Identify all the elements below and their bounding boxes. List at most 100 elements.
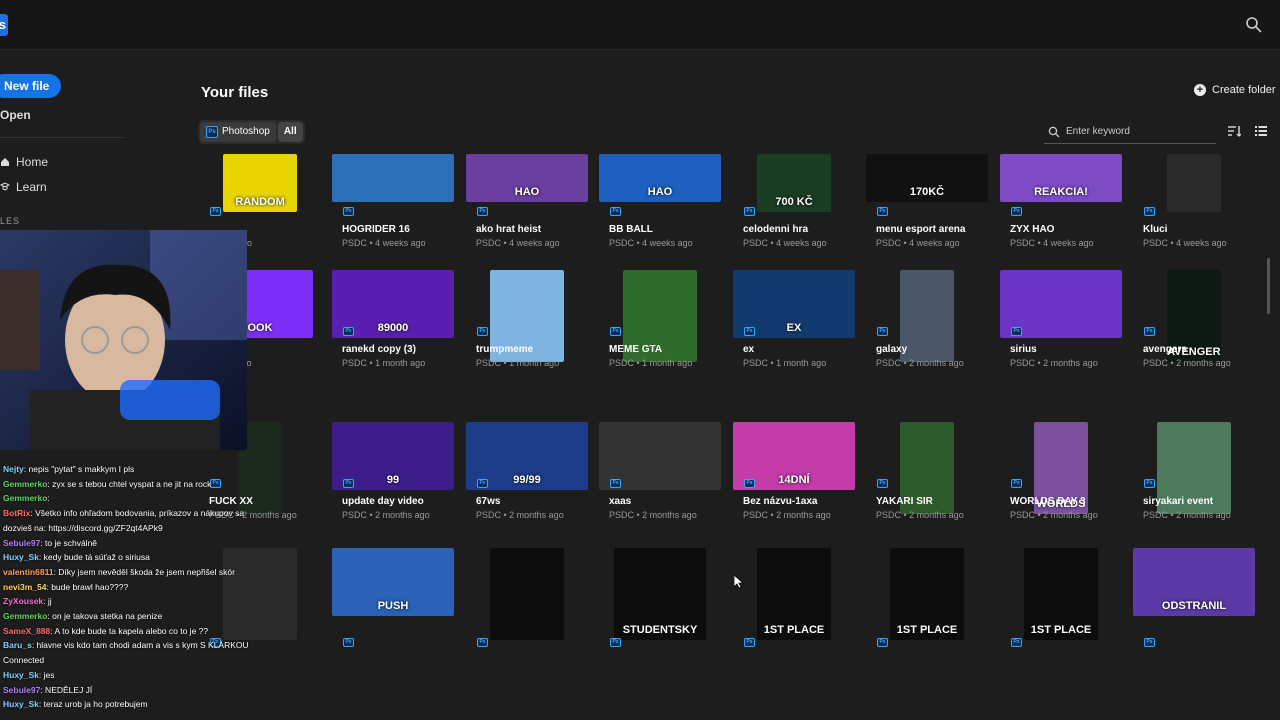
file-meta: PSDC • 4 weeks ago: [743, 238, 827, 248]
file-name: siryakari event: [1143, 496, 1214, 507]
photoshop-icon: Ps: [1011, 638, 1022, 647]
file-meta: PSDC • 1 month ago: [609, 358, 693, 368]
photoshop-icon: Ps: [343, 207, 354, 216]
filter-all[interactable]: All: [277, 122, 303, 142]
file-card[interactable]: Ps YAKARI SIR PSDC • 2 months ago: [866, 422, 988, 562]
file-card[interactable]: ODSTRANIL Ps: [1133, 548, 1255, 712]
sort-icon[interactable]: [1227, 125, 1241, 137]
file-card[interactable]: HAO Ps BB BALL PSDC • 4 weeks ago: [599, 150, 721, 290]
file-meta: PSDC • 4 weeks ago: [1010, 238, 1094, 248]
file-card[interactable]: REAKCIA! Ps ZYX HAO PSDC • 4 weeks ago: [1000, 150, 1122, 290]
chat-message: Sebule97: NEDĚLEJ JÍ: [3, 685, 92, 695]
sidebar-item-label: Learn: [16, 180, 47, 194]
photoshop-icon: Ps: [477, 207, 488, 216]
file-card[interactable]: EX Ps ex PSDC • 1 month ago: [733, 270, 855, 410]
chat-overlay: Nejty: nepis "pytat" s makkym I pls Gemme…: [0, 464, 280, 720]
file-name: BB BALL: [609, 224, 653, 235]
chat-message: Gemmerko: zyx se s tebou chtel vyspat a …: [3, 479, 211, 489]
file-thumbnail-area: HAO: [466, 150, 588, 234]
thumbnail-text: RANDOM: [235, 196, 285, 208]
file-card[interactable]: WORLDS Ps WORLDS DAY 3 PSDC • 2 months ago: [1000, 422, 1122, 562]
thumbnail-text: 700 KČ: [775, 196, 813, 208]
file-thumbnail: 170KČ: [866, 154, 988, 202]
new-file-button[interactable]: New file: [0, 74, 62, 98]
chat-username: Sebule97: [3, 537, 41, 548]
photoshop-icon: Ps: [744, 479, 755, 488]
file-card[interactable]: Ps MEME GTA PSDC • 1 month ago: [599, 270, 721, 410]
scrollbar[interactable]: [1267, 258, 1270, 314]
file-card[interactable]: STUDENTSKY Ps: [599, 548, 721, 712]
file-thumbnail-area: [1133, 150, 1255, 234]
file-card[interactable]: Ps trumpmeme PSDC • 1 month ago: [466, 270, 588, 410]
file-card[interactable]: 14DNÍ Ps Bez názvu-1axa PSDC • 2 months ago: [733, 422, 855, 562]
file-meta: PSDC • 1 month ago: [476, 358, 560, 368]
file-card[interactable]: 89000 Ps ranekd copy (3) PSDC • 1 month ago: [332, 270, 454, 410]
file-card[interactable]: Ps sirius PSDC • 2 months ago: [1000, 270, 1122, 410]
file-thumbnail: [1167, 154, 1221, 212]
thumbnail-text: 1ST PLACE: [896, 624, 958, 636]
file-card[interactable]: 170KČ Ps menu esport arena PSDC • 4 weeks a…: [866, 150, 988, 290]
file-card[interactable]: AVENGERSPs avengers PSDC • 2 months ago: [1133, 270, 1255, 410]
chat-message: valentin6811: Díky jsem nevěděl škoda že…: [3, 567, 235, 577]
file-card[interactable]: 1ST PLACE Ps: [866, 548, 988, 712]
file-name: update day video: [342, 496, 424, 507]
chat-username: ZyXousek: [3, 596, 44, 607]
filter-photoshop[interactable]: Ps Photoshop: [200, 122, 276, 142]
file-card[interactable]: Ps HOGRIDER 16 PSDC • 4 weeks ago: [332, 150, 454, 290]
chat-message: Gemmerko: on je takova stetka na penize: [3, 611, 162, 621]
file-card[interactable]: PUSH Ps: [332, 548, 454, 712]
photoshop-icon: Ps: [210, 207, 221, 216]
file-name: galaxy: [876, 344, 908, 355]
thumbnail-text: 1ST PLACE: [1030, 624, 1092, 636]
file-name: WORLDS DAY 3: [1010, 496, 1086, 507]
learn-icon: [0, 182, 10, 191]
chat-message: Gemmerko:: [3, 493, 50, 503]
search-placeholder: Enter keyword: [1066, 126, 1130, 137]
photoshop-icon: Ps: [206, 126, 218, 138]
file-card[interactable]: 99/99 Ps 67ws PSDC • 2 months ago: [466, 422, 588, 562]
file-thumbnail: STUDENTSKY: [614, 548, 706, 640]
file-card[interactable]: Ps siryakari event PSDC • 2 months ago: [1133, 422, 1255, 562]
file-thumbnail-area: [332, 150, 454, 234]
list-view-icon[interactable]: [1255, 125, 1267, 137]
photoshop-icon: Ps: [477, 327, 488, 336]
file-name: 67ws: [476, 496, 501, 507]
file-card[interactable]: Ps galaxy PSDC • 2 months ago: [866, 270, 988, 410]
file-thumbnail-area: [599, 422, 721, 506]
thumbnail-text: ODSTRANIL: [1161, 600, 1227, 612]
photoshop-icon: Ps: [877, 479, 888, 488]
file-thumbnail-area: 99/99: [466, 422, 588, 506]
sidebar-item-learn[interactable]: Learn: [0, 180, 47, 194]
file-thumbnail: [332, 154, 454, 202]
chat-message: Connected: [3, 655, 44, 665]
file-card[interactable]: 1ST PLACE Ps: [733, 548, 855, 712]
photoshop-icon: Ps: [1144, 638, 1155, 647]
file-thumbnail-area: [866, 270, 988, 362]
file-card[interactable]: HAO Ps ako hrat heist PSDC • 4 weeks ago: [466, 150, 588, 290]
file-card[interactable]: Ps: [466, 548, 588, 712]
file-card[interactable]: 700 KČ Ps celodenni hra PSDC • 4 weeks ago: [733, 150, 855, 290]
photoshop-icon: Ps: [1011, 207, 1022, 216]
app-logo[interactable]: s: [0, 14, 8, 36]
file-meta: PSDC • 2 months ago: [1010, 510, 1098, 520]
file-card[interactable]: Ps xaas PSDC • 2 months ago: [599, 422, 721, 562]
chat-message: Sebule97: to je schválně: [3, 538, 97, 548]
filter-bar: Ps Photoshop All: [198, 120, 305, 144]
search-icon[interactable]: [1245, 16, 1263, 34]
file-thumbnail-area: [1133, 422, 1255, 514]
file-card[interactable]: Ps Kluci PSDC • 4 weeks ago: [1133, 150, 1255, 290]
streamer-image: [0, 230, 247, 450]
file-name: menu esport arena: [876, 224, 966, 235]
file-thumbnail: [490, 548, 564, 640]
file-thumbnail-area: AVENGERS: [1133, 270, 1255, 362]
search-input[interactable]: Enter keyword: [1044, 120, 1216, 144]
file-card[interactable]: 99 Ps update day video PSDC • 2 months ago: [332, 422, 454, 562]
file-card[interactable]: 1ST PLACE Ps: [1000, 548, 1122, 712]
chat-message: ZyXousek: jj: [3, 596, 52, 606]
file-meta: PSDC • 2 months ago: [876, 510, 964, 520]
create-folder-button[interactable]: + Create folder: [1194, 84, 1276, 96]
chat-username: Sebule97: [3, 684, 41, 695]
sidebar-item-home[interactable]: Home: [0, 155, 48, 169]
file-meta: PSDC • 2 months ago: [1143, 510, 1231, 520]
open-button[interactable]: Open: [0, 108, 31, 122]
